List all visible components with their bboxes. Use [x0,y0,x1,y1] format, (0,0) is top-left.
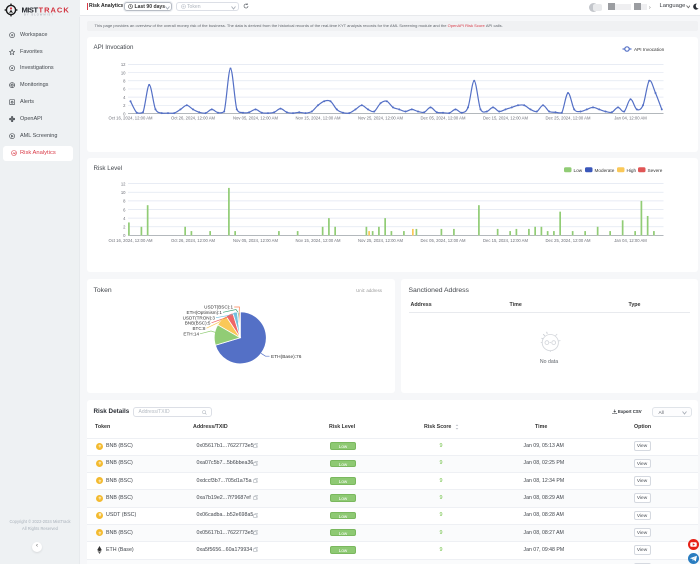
svg-text:Dec 05, 2024, 12:00 AM: Dec 05, 2024, 12:00 AM [420,238,465,243]
svg-text:8: 8 [123,79,126,84]
svg-text:Nov 05, 2024, 12:00 AM: Nov 05, 2024, 12:00 AM [233,116,278,121]
svg-text:Nov 25, 2024, 12:00 AM: Nov 25, 2024, 12:00 AM [358,238,403,243]
svg-text:Nov 15, 2024, 12:00 AM: Nov 15, 2024, 12:00 AM [295,116,340,121]
svg-text:Oct 26, 2024, 12:00 AM: Oct 26, 2024, 12:00 AM [171,238,216,243]
svg-text:8: 8 [123,199,126,204]
svg-text:Oct 26, 2024, 12:00 AM: Oct 26, 2024, 12:00 AM [171,116,216,121]
svg-text:Oct 16, 2024, 12:00 AM: Oct 16, 2024, 12:00 AM [108,238,153,243]
svg-text:2: 2 [123,103,126,108]
svg-text:ETH(Base):76: ETH(Base):76 [271,353,302,359]
svg-text:BTC:8: BTC:8 [192,325,205,330]
svg-text:BNB(BSC):5: BNB(BSC):5 [184,320,210,325]
svg-text:12: 12 [120,62,125,67]
svg-text:BY SLOWMIST: BY SLOWMIST [24,13,54,17]
svg-text:Nov 15, 2024, 12:00 AM: Nov 15, 2024, 12:00 AM [295,238,340,243]
svg-text:Jan 04, 12:00 AM: Jan 04, 12:00 AM [614,238,647,243]
svg-text:Dec 15, 2024, 12:00 AM: Dec 15, 2024, 12:00 AM [483,116,528,121]
svg-text:Dec 05, 2024, 12:00 AM: Dec 05, 2024, 12:00 AM [420,116,465,121]
svg-text:Nov 25, 2024, 12:00 AM: Nov 25, 2024, 12:00 AM [358,116,403,121]
svg-text:ETH:14: ETH:14 [183,331,199,336]
svg-text:4: 4 [123,216,126,221]
svg-text:10: 10 [120,190,125,195]
svg-text:Jan 04, 12:00 AM: Jan 04, 12:00 AM [614,116,647,121]
svg-text:USDT(BSC):1: USDT(BSC):1 [204,304,233,309]
svg-text:2: 2 [123,225,126,230]
svg-text:10: 10 [120,70,125,75]
svg-text:Dec 15, 2024, 12:00 AM: Dec 15, 2024, 12:00 AM [483,238,528,243]
svg-text:Oct 16, 2024, 12:00 AM: Oct 16, 2024, 12:00 AM [108,116,153,121]
svg-text:Nov 05, 2024, 12:00 AM: Nov 05, 2024, 12:00 AM [233,238,278,243]
svg-text:6: 6 [123,87,126,92]
svg-text:Dec 25, 2024, 12:00 AM: Dec 25, 2024, 12:00 AM [545,116,590,121]
svg-text:ETH(Optimism):1: ETH(Optimism):1 [186,309,222,314]
svg-text:Dec 25, 2024, 12:00 AM: Dec 25, 2024, 12:00 AM [545,238,590,243]
svg-text:6: 6 [123,207,126,212]
svg-text:4: 4 [123,95,126,100]
svg-text:12: 12 [120,181,125,186]
